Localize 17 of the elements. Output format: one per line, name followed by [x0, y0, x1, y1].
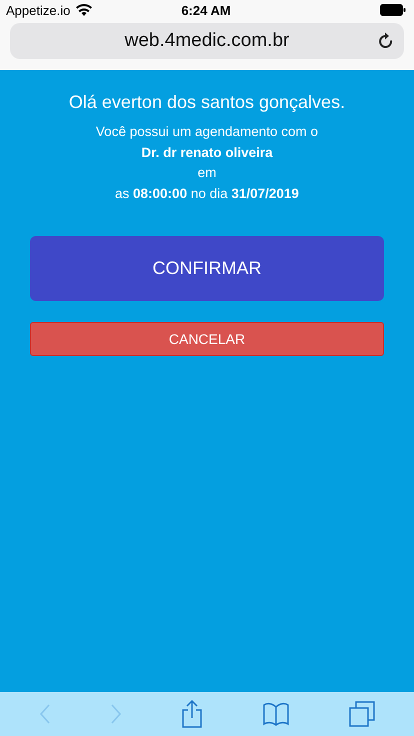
- book-icon[interactable]: [262, 702, 290, 726]
- message-line: em: [198, 164, 216, 182]
- confirm-button[interactable]: CONFIRMAR: [30, 236, 384, 301]
- cancel-button[interactable]: CANCELAR: [30, 322, 384, 356]
- reload-icon[interactable]: [378, 32, 394, 50]
- greeting-text: Olá everton dos santos gonçalves.: [68, 92, 346, 113]
- carrier-name: Appetize.io: [6, 2, 70, 18]
- message-line: Você possui um agendamento com o: [96, 123, 318, 141]
- message-line: as 08:00:00 no dia 31/07/2019: [115, 184, 299, 202]
- share-icon[interactable]: [180, 700, 203, 728]
- tabs-icon[interactable]: [348, 701, 375, 727]
- address-bar[interactable]: web.4medic.com.br: [10, 23, 404, 59]
- status-time: 6:24 AM: [181, 2, 231, 18]
- battery-icon: [380, 4, 406, 16]
- wifi-icon: [76, 4, 92, 16]
- message-line: Dr. dr renato oliveira: [141, 144, 273, 162]
- url-text: web.4medic.com.br: [124, 30, 290, 52]
